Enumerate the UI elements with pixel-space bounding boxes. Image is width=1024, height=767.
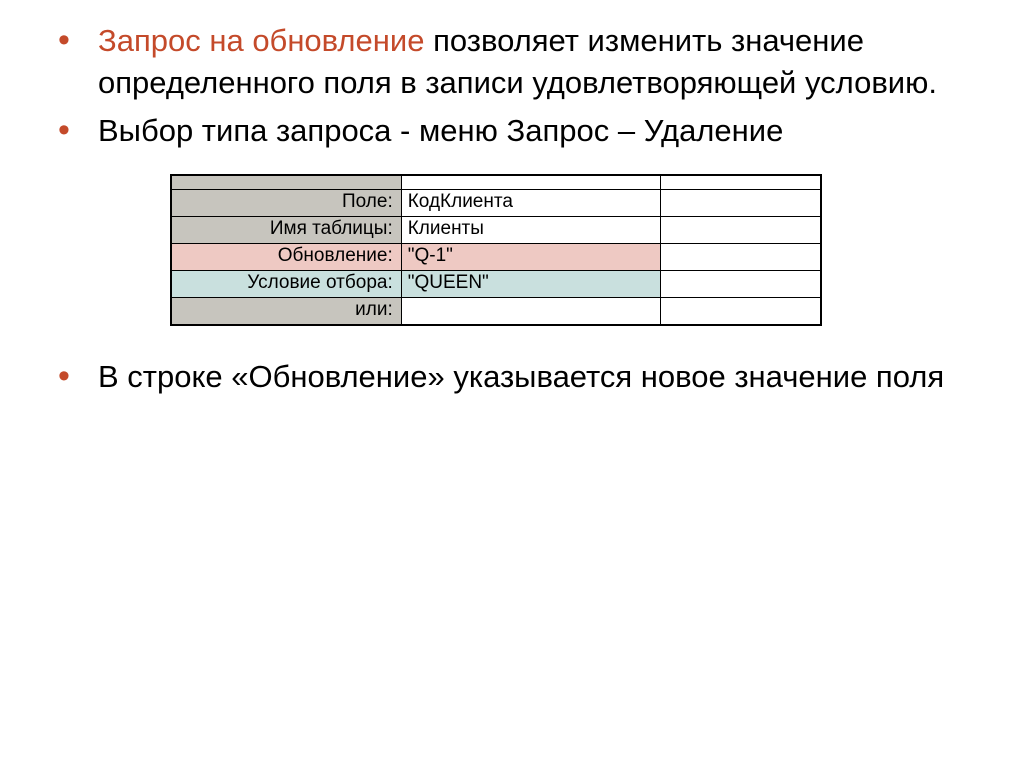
bullet-1-highlight: Запрос на обновление (98, 23, 424, 58)
bullet-1: Запрос на обновление позволяет изменить … (40, 20, 984, 104)
grid-row-or: или: (172, 297, 821, 324)
grid-value2-field[interactable] (661, 189, 821, 216)
bullet-list: Запрос на обновление позволяет изменить … (40, 20, 984, 152)
bullet-list-2: В строке «Обновление» указывается новое … (40, 356, 984, 398)
grid-value2-criteria[interactable] (661, 270, 821, 297)
grid-label-or: или: (172, 297, 402, 324)
grid-label-table: Имя таблицы: (172, 216, 402, 243)
grid-value2-update[interactable] (661, 243, 821, 270)
grid-value-or[interactable] (401, 297, 661, 324)
grid-row-field: Поле: КодКлиента (172, 189, 821, 216)
grid-value2-or[interactable] (661, 297, 821, 324)
grid-value-field[interactable]: КодКлиента (401, 189, 661, 216)
grid-value2-table[interactable] (661, 216, 821, 243)
slide: Запрос на обновление позволяет изменить … (0, 0, 1024, 767)
grid-value-criteria[interactable]: "QUEEN" (401, 270, 661, 297)
grid-label-update: Обновление: (172, 243, 402, 270)
query-grid-table: Поле: КодКлиента Имя таблицы: Клиенты Об… (171, 175, 821, 325)
grid-row-table: Имя таблицы: Клиенты (172, 216, 821, 243)
grid-header-strip (172, 175, 821, 189)
grid-row-update: Обновление: "Q-1" (172, 243, 821, 270)
query-design-grid: Поле: КодКлиента Имя таблицы: Клиенты Об… (170, 174, 822, 326)
grid-label-criteria: Условие отбора: (172, 270, 402, 297)
bullet-2: Выбор типа запроса - меню Запрос – Удале… (40, 110, 984, 152)
grid-value-update[interactable]: "Q-1" (401, 243, 661, 270)
grid-row-criteria: Условие отбора: "QUEEN" (172, 270, 821, 297)
grid-value-table[interactable]: Клиенты (401, 216, 661, 243)
grid-label-field: Поле: (172, 189, 402, 216)
bullet-3: В строке «Обновление» указывается новое … (40, 356, 984, 398)
